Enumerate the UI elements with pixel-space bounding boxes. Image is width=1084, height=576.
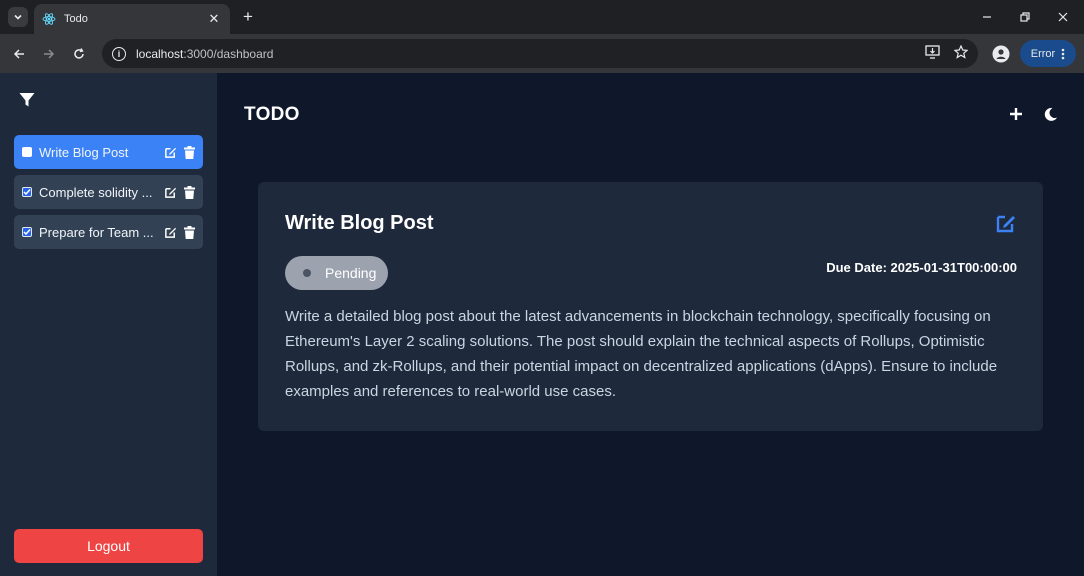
edit-icon[interactable] <box>995 212 1017 234</box>
todo-detail-title: Write Blog Post <box>285 212 434 234</box>
url-host: localhost <box>136 46 184 61</box>
due-date: Due Date: 2025-01-31T00:00:00 <box>826 260 1017 275</box>
add-todo-button[interactable] <box>1007 105 1025 123</box>
reload-icon <box>74 48 84 59</box>
tab-close-icon[interactable]: ✕ <box>206 11 222 27</box>
todo-list: Write Blog Post Complete solidity ... Pr… <box>14 135 203 255</box>
profile-icon <box>992 45 1010 63</box>
todo-label: Prepare for Team ... <box>39 224 154 240</box>
theme-toggle-button[interactable] <box>1041 105 1059 123</box>
profile-button[interactable] <box>990 43 1012 65</box>
edit-icon[interactable] <box>164 186 177 199</box>
browser-toolbar: i localhost:3000/dashboard Error <box>0 34 1084 73</box>
edit-icon[interactable] <box>164 226 177 239</box>
more-vert-icon <box>1061 48 1065 59</box>
check-icon <box>23 229 31 236</box>
arrow-left-icon <box>13 49 24 59</box>
close-icon <box>1058 12 1068 22</box>
minimize-button[interactable] <box>972 6 1002 28</box>
close-window-button[interactable] <box>1048 6 1078 28</box>
url-path: :3000/dashboard <box>183 46 274 61</box>
check-icon <box>23 189 31 196</box>
chevron-down-icon <box>14 14 22 20</box>
address-bar[interactable]: i localhost:3000/dashboard <box>102 39 978 68</box>
todo-checkbox[interactable] <box>22 147 32 157</box>
restore-icon <box>1020 12 1030 22</box>
browser-tab[interactable]: Todo ✕ <box>34 4 230 34</box>
react-icon <box>42 12 56 26</box>
back-button[interactable] <box>8 43 30 65</box>
edit-icon[interactable] <box>164 146 177 159</box>
todo-description: Write a detailed blog post about the lat… <box>285 308 998 400</box>
trash-icon[interactable] <box>184 185 195 199</box>
sidebar: Write Blog Post Complete solidity ... Pr… <box>0 73 217 576</box>
site-info-icon[interactable]: i <box>112 46 126 61</box>
status-dot <box>303 269 311 277</box>
forward-button[interactable] <box>38 43 60 65</box>
error-label: Error <box>1030 47 1056 60</box>
logout-button[interactable]: Logout <box>14 529 203 563</box>
todo-detail-card: Write Blog Post Pending Due Date: 2025-0… <box>258 182 1043 431</box>
restore-button[interactable] <box>1010 6 1040 28</box>
url-text: localhost:3000/dashboard <box>136 47 273 61</box>
tab-search-button[interactable] <box>8 7 28 27</box>
todo-checkbox[interactable] <box>22 227 32 237</box>
trash-icon[interactable] <box>184 145 195 159</box>
install-app-icon[interactable] <box>925 45 940 59</box>
status-text: Pending <box>325 265 377 281</box>
minimize-icon <box>983 16 991 18</box>
reload-button[interactable] <box>68 43 90 65</box>
page-title: TODO <box>244 104 300 125</box>
new-tab-button[interactable]: + <box>238 6 258 28</box>
todo-item[interactable]: Complete solidity ... <box>14 175 203 209</box>
main-content: TODO Write Blog Post Pending Due Date: 2… <box>217 73 1084 576</box>
status-badge: Pending <box>285 256 388 290</box>
bookmark-star-icon[interactable] <box>954 45 968 59</box>
tab-title: Todo <box>64 13 88 25</box>
trash-icon[interactable] <box>184 225 195 239</box>
browser-titlebar: Todo ✕ + <box>0 0 1084 34</box>
app: Write Blog Post Complete solidity ... Pr… <box>0 73 1084 576</box>
plus-icon <box>1010 108 1022 120</box>
todo-checkbox[interactable] <box>22 187 32 197</box>
todo-item[interactable]: Write Blog Post <box>14 135 203 169</box>
arrow-right-icon <box>44 49 55 59</box>
moon-icon <box>1044 107 1057 121</box>
todo-label: Complete solidity ... <box>39 184 153 200</box>
filter-icon[interactable] <box>18 91 36 109</box>
todo-item[interactable]: Prepare for Team ... <box>14 215 203 249</box>
todo-label: Write Blog Post <box>39 144 129 160</box>
error-button[interactable]: Error <box>1020 40 1076 67</box>
